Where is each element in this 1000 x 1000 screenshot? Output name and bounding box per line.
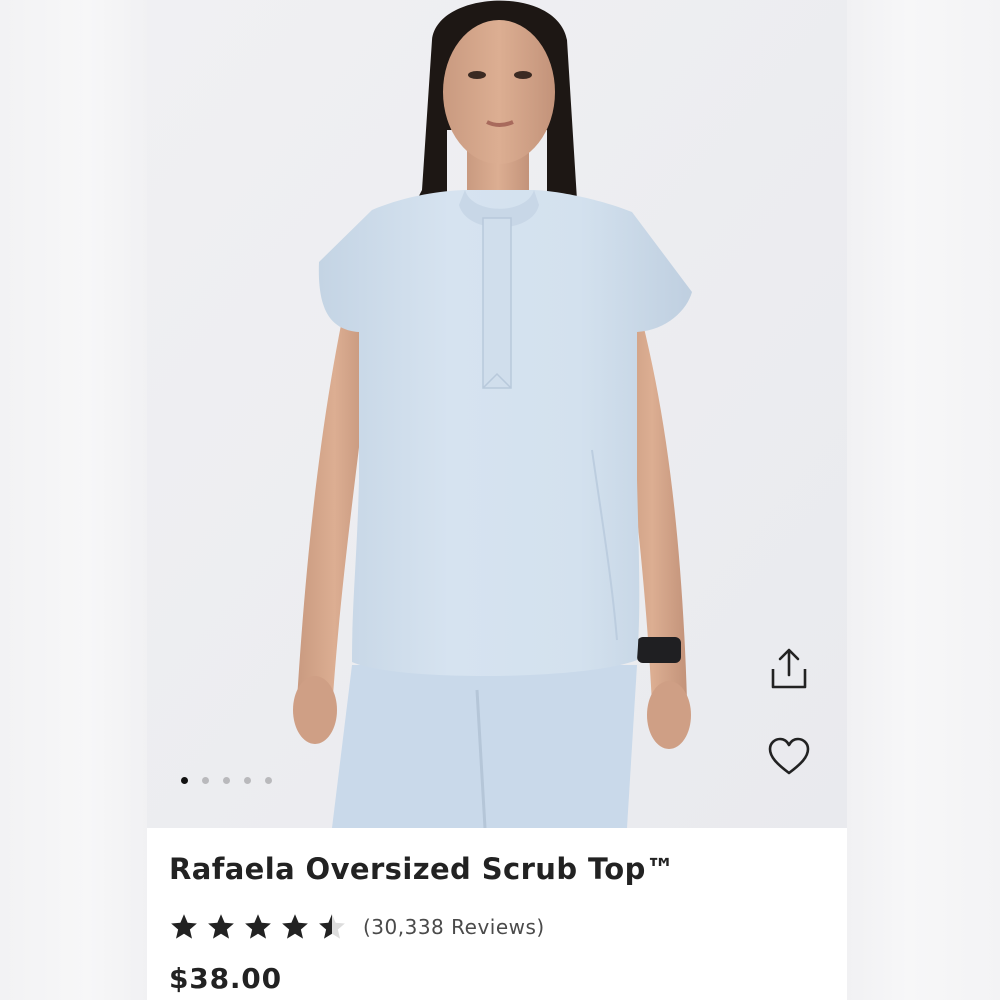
right-background — [847, 0, 1000, 1000]
product-image[interactable] — [147, 0, 847, 828]
star-icon-full — [245, 914, 271, 939]
share-icon — [771, 648, 807, 689]
star-rating[interactable] — [169, 912, 347, 942]
product-title: Rafaela Oversized Scrub Top™ — [169, 852, 676, 886]
favorite-button[interactable] — [765, 732, 813, 780]
star-icon-full — [171, 914, 197, 939]
product-card: Rafaela Oversized Scrub Top™ (30,338 Rev… — [147, 0, 847, 1000]
product-price: $38.00 — [169, 962, 282, 995]
product-info: Rafaela Oversized Scrub Top™ (30,338 Rev… — [147, 828, 847, 1000]
star-icon-half — [319, 914, 345, 939]
carousel-dot-5[interactable] — [265, 777, 272, 784]
carousel-dot-4[interactable] — [244, 777, 251, 784]
reviews-link[interactable]: (30,338 Reviews) — [363, 915, 545, 939]
product-page: Rafaela Oversized Scrub Top™ (30,338 Rev… — [0, 0, 1000, 1000]
rating-row: (30,338 Reviews) — [169, 912, 545, 942]
carousel-dot-3[interactable] — [223, 777, 230, 784]
star-icon-full — [282, 914, 308, 939]
carousel-dots — [181, 777, 272, 784]
share-button[interactable] — [765, 645, 813, 693]
carousel-dot-1[interactable] — [181, 777, 188, 784]
heart-icon — [768, 737, 810, 775]
star-icon-full — [208, 914, 234, 939]
carousel-dot-2[interactable] — [202, 777, 209, 784]
left-background — [0, 0, 147, 1000]
